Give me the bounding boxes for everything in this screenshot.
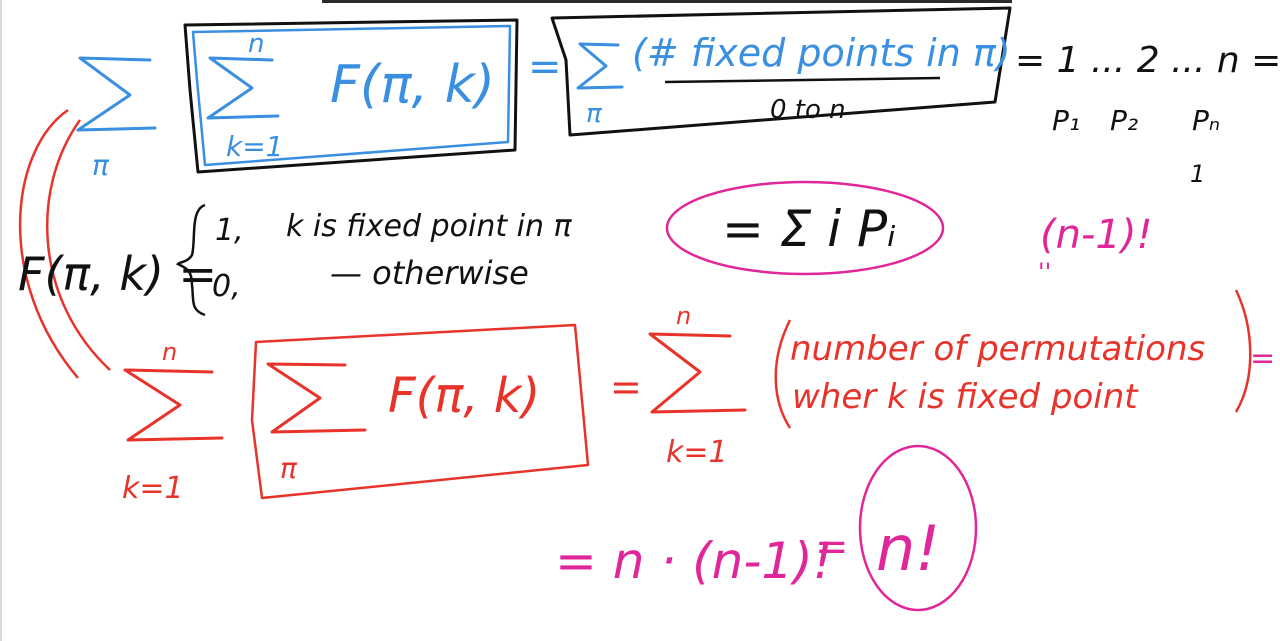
rhs-sigma-symbol xyxy=(576,42,624,90)
row3-rhs-line2: wher k is fixed point xyxy=(792,377,1139,417)
case2-text: — otherwise xyxy=(330,254,529,292)
indicator-lhs: F(π, k) = xyxy=(18,247,217,301)
case1-value: 1, xyxy=(215,213,244,248)
magenta-sum-group: = Σ i Pᵢ (n-1)! '' xyxy=(665,180,1152,286)
magenta-sum-text: = Σ i Pᵢ xyxy=(722,200,896,258)
inner-sigma-symbol xyxy=(206,56,280,120)
row3-rhs-upper: n xyxy=(676,302,691,330)
rhs-sigma-index: π xyxy=(586,99,602,129)
rhs-term: (# fixed points in π) xyxy=(632,31,1011,75)
row3-right-paren xyxy=(1234,289,1252,413)
row3-rhs-sigma xyxy=(648,332,747,414)
final-expr1: = n · (n-1)! xyxy=(555,532,833,590)
inner-sum-upper: n xyxy=(248,29,264,59)
inner-sum-lower: k=1 xyxy=(226,130,284,163)
magenta-tick: '' xyxy=(1038,258,1051,286)
row3-trail: = xyxy=(1250,341,1275,376)
row3-inner-index: π xyxy=(280,452,298,485)
p2-label: P₂ xyxy=(1110,104,1138,137)
outer-sigma-index: π xyxy=(92,149,110,182)
row1-expression: π n k=1 F(π, k) = π (# fixed points in π… xyxy=(76,6,1280,188)
rhs-range: 0 to n xyxy=(770,95,846,125)
row3-outer-lower: k=1 xyxy=(122,471,184,506)
indicator-definition: F(π, k) = 1, k is fixed point in π 0, — … xyxy=(18,203,573,317)
rhs-fraction-bar xyxy=(664,76,941,84)
row3-rhs-line1: number of permutations xyxy=(790,329,1205,369)
row3-outer-sigma xyxy=(123,368,224,442)
row3-equals: = xyxy=(610,365,642,409)
pn-label: Pₙ xyxy=(1192,104,1220,137)
final-result: = n · (n-1)! = n! xyxy=(555,444,978,612)
p1-label: P₁ xyxy=(1052,104,1080,137)
row3-outer-upper: n xyxy=(162,338,177,366)
row3-inner-sigma xyxy=(266,362,367,434)
whiteboard-canvas: π n k=1 F(π, k) = π (# fixed points in π… xyxy=(18,6,1280,612)
row1-equals: = xyxy=(528,44,562,90)
outer-sigma-symbol xyxy=(76,56,157,132)
final-expr2: n! xyxy=(876,512,940,585)
row3-left-paren xyxy=(774,319,792,429)
pn-below: 1 xyxy=(1190,160,1205,188)
row3-rhs-lower: k=1 xyxy=(666,435,728,470)
row3-expression: n k=1 π F(π, k) = n k=1 number of permut… xyxy=(122,289,1275,506)
inner-term: F(π, k) xyxy=(330,55,495,115)
case2-value: 0, xyxy=(212,269,241,304)
magenta-factorial: (n-1)! xyxy=(1040,212,1152,258)
row3-inner-term: F(π, k) xyxy=(388,368,540,424)
sequence-text: = 1 ... 2 ... n = xyxy=(1015,40,1280,81)
case1-text: k is fixed point in π xyxy=(286,209,573,244)
final-equals: = xyxy=(815,524,849,570)
